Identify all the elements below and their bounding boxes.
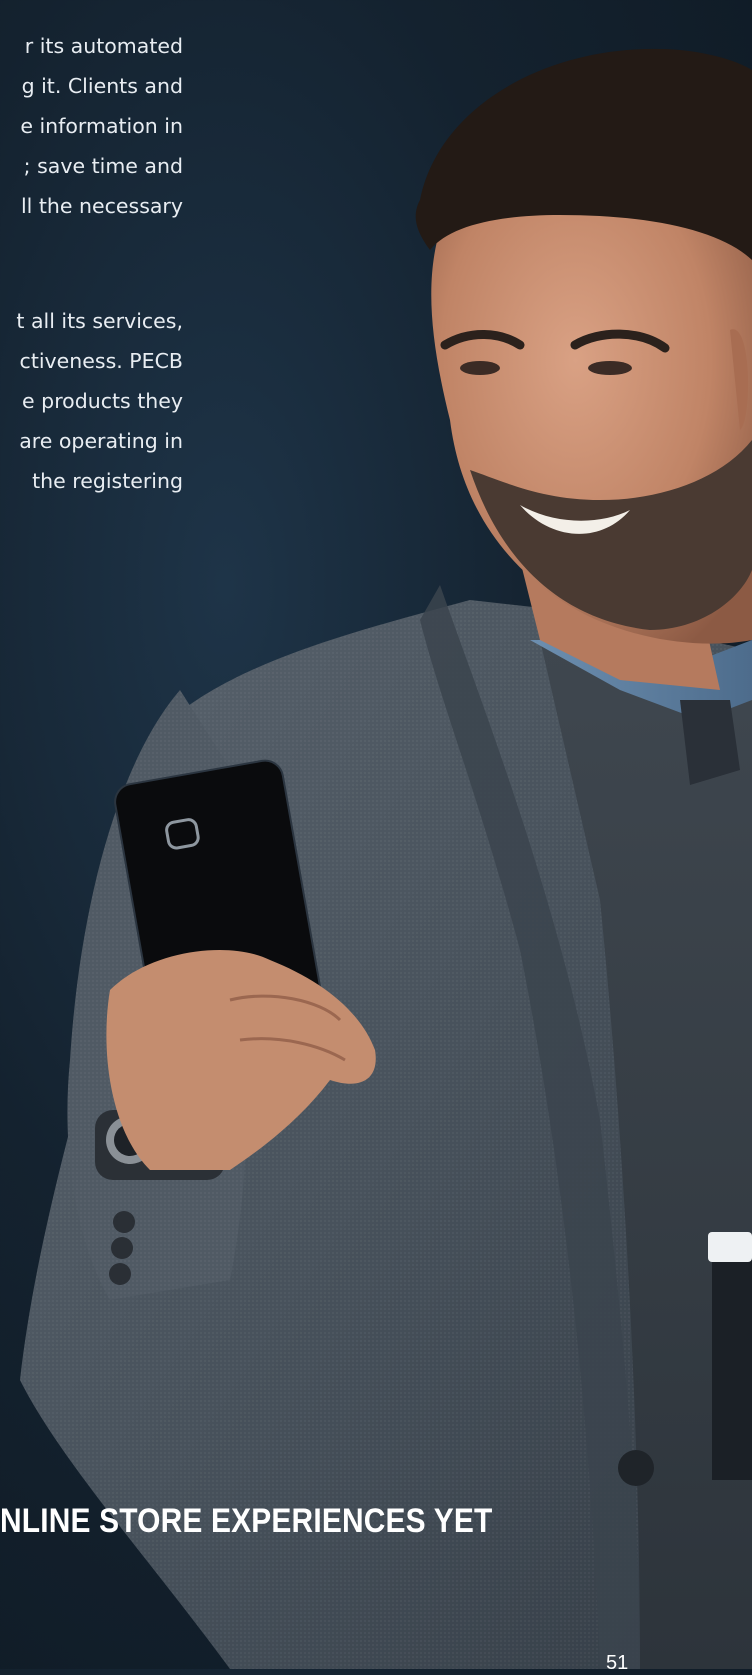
man-with-phone-photo — [20, 48, 752, 1669]
paragraph-line: t all its services, — [16, 309, 183, 333]
paragraph-line: r its automated — [24, 34, 183, 58]
paragraph-line: e products they — [22, 389, 183, 413]
page-number: 51 — [606, 1652, 629, 1674]
paragraph-line: ; save time and — [23, 154, 183, 178]
body-paragraph-1: r its automated g it. Clients and e info… — [0, 26, 183, 226]
paragraph-line: e information in — [20, 114, 183, 138]
paragraph-line: the registering — [32, 469, 183, 493]
paragraph-line: ll the necessary — [20, 194, 183, 218]
paragraph-line: are operating in — [19, 429, 183, 453]
section-headline: NLINE STORE EXPERIENCES YET — [0, 1502, 493, 1540]
body-paragraph-2: t all its services, ctiveness. PECB e pr… — [0, 301, 183, 501]
paragraph-line: g it. Clients and — [21, 74, 183, 98]
paragraph-line: ctiveness. PECB — [19, 349, 183, 373]
